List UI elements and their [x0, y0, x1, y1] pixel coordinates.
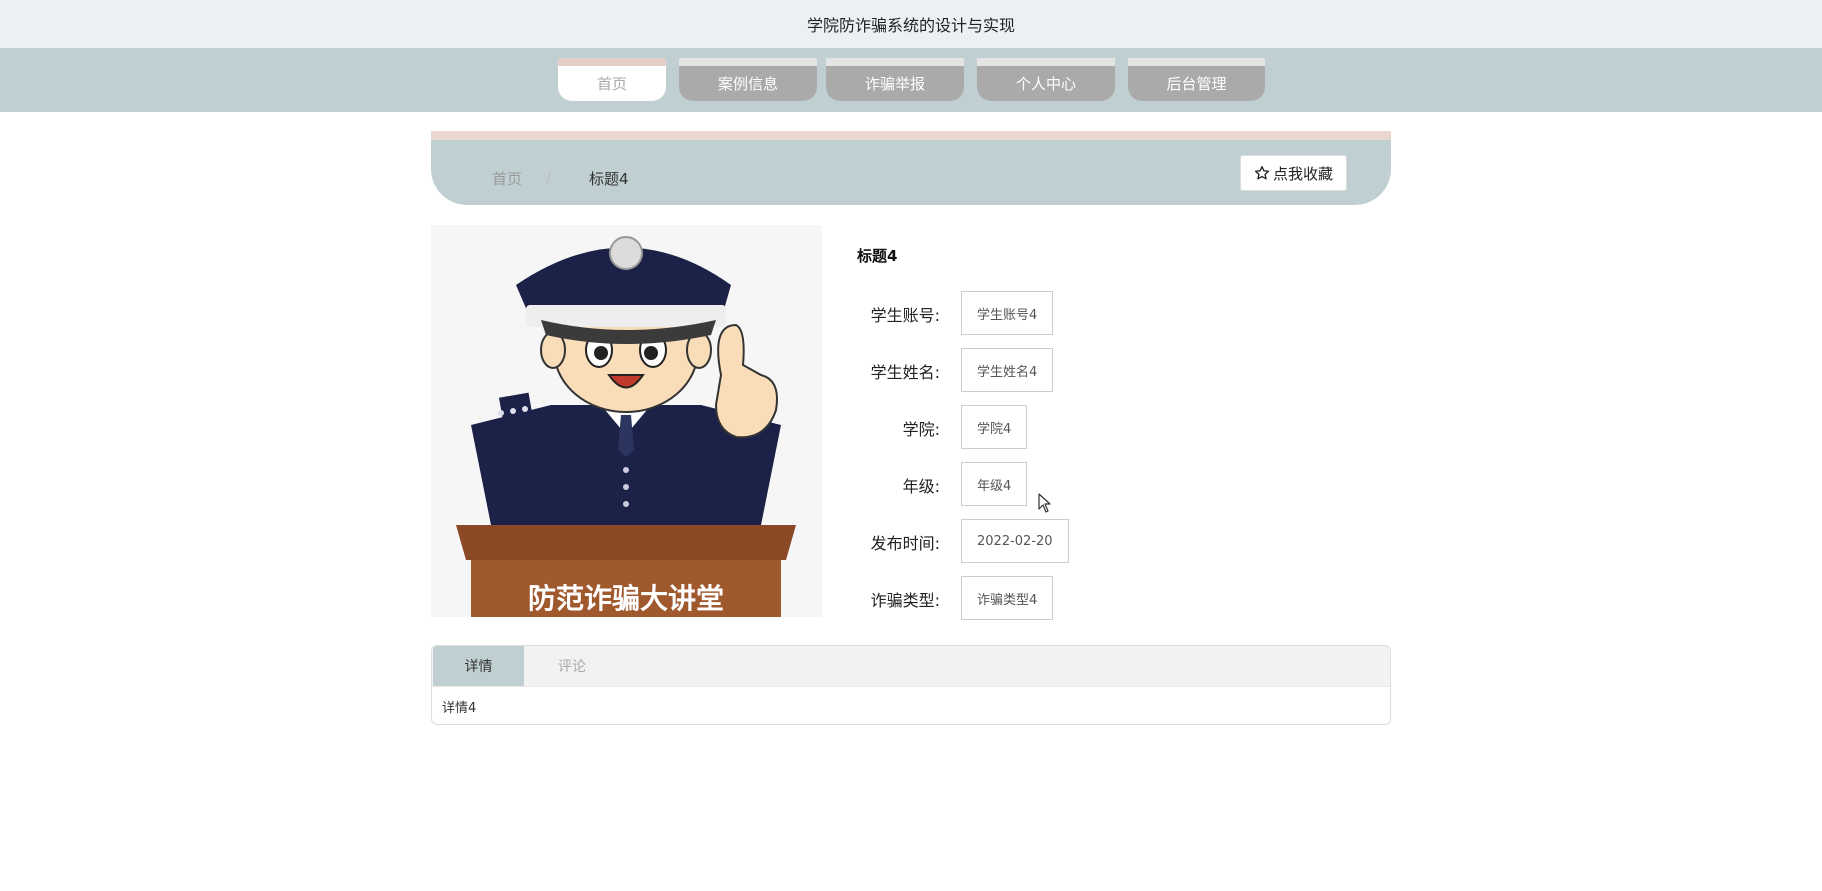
nav-item-label: 案例信息 [717, 75, 778, 93]
star-outline-icon [1254, 166, 1270, 180]
field-value-fraud-type: 诈骗类型4 [961, 576, 1054, 620]
tab-details[interactable]: 详情 [433, 646, 524, 686]
field-value-grade: 年级4 [961, 462, 1028, 506]
tab-label: 详情 [464, 659, 493, 675]
field-value-account: 学生账号4 [961, 291, 1054, 335]
case-image: 防范诈骗大讲堂 [431, 225, 822, 617]
favorite-label: 点我收藏 [1272, 164, 1333, 183]
field-label-grade: 年级: [902, 477, 940, 496]
breadcrumb-current: 标题4 [589, 170, 629, 188]
case-title: 标题4 [857, 247, 898, 265]
nav-item-profile[interactable]: 个人中心 [977, 58, 1115, 101]
tab-label: 评论 [558, 659, 586, 675]
mouse-cursor-icon [1038, 493, 1051, 513]
nav-item-home[interactable]: 首页 [558, 58, 666, 101]
nav-item-label: 首页 [596, 75, 627, 93]
poster-caption: 防范诈骗大讲堂 [528, 582, 724, 615]
tab-strip: 详情 评论 [432, 646, 1390, 687]
police-cartoon-illustration: 防范诈骗大讲堂 [431, 225, 822, 617]
favorite-button[interactable]: 点我收藏 [1240, 155, 1347, 191]
field-value-name: 学生姓名4 [961, 348, 1054, 392]
detail-tabs: 详情 评论 详情4 [431, 645, 1391, 725]
breadcrumb-separator: / [546, 168, 552, 186]
tab-comments[interactable]: 评论 [524, 646, 620, 686]
field-label-account: 学生账号: [870, 306, 940, 325]
nav-item-label: 诈骗举报 [864, 75, 925, 93]
field-label-college: 学院: [902, 420, 940, 439]
field-label-fraud-type: 诈骗类型: [870, 591, 940, 610]
nav-item-admin[interactable]: 后台管理 [1128, 58, 1265, 101]
nav-item-report[interactable]: 诈骗举报 [826, 58, 964, 101]
tab-content: 详情4 [442, 701, 477, 716]
site-header: 学院防诈骗系统的设计与实现 [0, 0, 1822, 48]
nav-item-label: 个人中心 [1015, 75, 1076, 93]
site-title: 学院防诈骗系统的设计与实现 [806, 16, 1015, 35]
breadcrumb-home[interactable]: 首页 [492, 168, 522, 189]
field-value-publish-time: 2022-02-20 [961, 519, 1069, 563]
nav-item-label: 后台管理 [1166, 75, 1227, 93]
field-value-college: 学院4 [961, 405, 1028, 449]
nav-item-cases[interactable]: 案例信息 [679, 58, 817, 101]
field-label-name: 学生姓名: [870, 363, 940, 382]
field-label-publish-time: 发布时间: [870, 534, 940, 553]
